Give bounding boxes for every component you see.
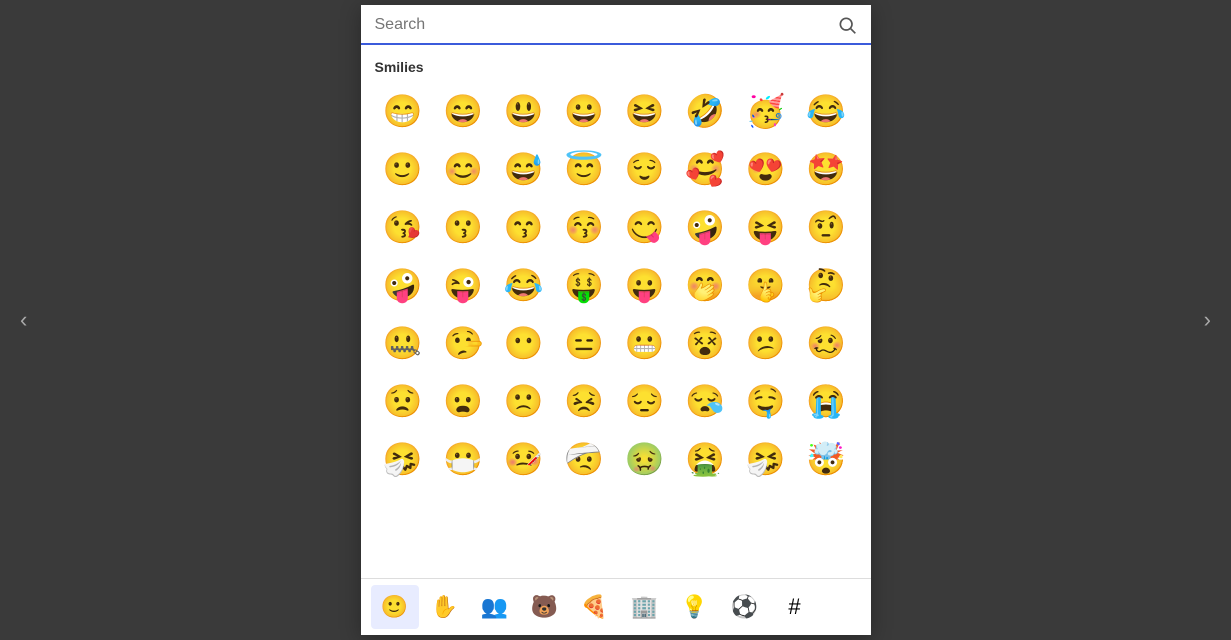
objects-cat-button[interactable]: 💡 bbox=[671, 585, 719, 629]
emoji-cell[interactable]: 😋 bbox=[617, 199, 673, 255]
emoji-cell[interactable]: 😜 bbox=[435, 257, 491, 313]
search-icon bbox=[837, 15, 857, 35]
emoji-cell[interactable]: 😇 bbox=[556, 141, 612, 197]
emoji-cell[interactable]: 😵 bbox=[677, 315, 733, 371]
emoji-cell[interactable]: 😭 bbox=[798, 373, 854, 429]
emoji-cell[interactable]: 🤪 bbox=[375, 257, 431, 313]
emoji-cell[interactable]: 🤕 bbox=[556, 431, 612, 487]
category-label: Smilies bbox=[375, 59, 857, 75]
emoji-cell[interactable]: 😆 bbox=[617, 83, 673, 139]
emoji-cell[interactable]: 😗 bbox=[435, 199, 491, 255]
emoji-cell[interactable]: 🤨 bbox=[798, 199, 854, 255]
emoji-cell[interactable]: 😛 bbox=[617, 257, 673, 313]
emoji-cell[interactable]: 🤭 bbox=[677, 257, 733, 313]
emoji-cell[interactable]: 🤔 bbox=[798, 257, 854, 313]
emoji-cell[interactable]: 😅 bbox=[496, 141, 552, 197]
emoji-cell[interactable]: 😌 bbox=[617, 141, 673, 197]
left-arrow-icon: ‹ bbox=[20, 307, 27, 332]
emoji-cell[interactable]: 😍 bbox=[738, 141, 794, 197]
emoji-cell[interactable]: 🤒 bbox=[496, 431, 552, 487]
emoji-cell[interactable]: 🤧 bbox=[375, 431, 431, 487]
emoji-cell[interactable]: 🙁 bbox=[496, 373, 552, 429]
emoji-cell[interactable]: 😪 bbox=[677, 373, 733, 429]
emoji-cell[interactable]: 😣 bbox=[556, 373, 612, 429]
emoji-cell[interactable]: 😷 bbox=[435, 431, 491, 487]
persons-cat-button[interactable]: 👥 bbox=[471, 585, 519, 629]
travel-cat-button[interactable]: 🏢 bbox=[621, 585, 669, 629]
search-input[interactable] bbox=[375, 16, 829, 34]
emoji-cell[interactable]: 😕 bbox=[738, 315, 794, 371]
next-arrow-button[interactable]: › bbox=[1196, 299, 1219, 341]
search-button[interactable] bbox=[837, 15, 857, 35]
right-arrow-icon: › bbox=[1204, 307, 1211, 332]
emoji-cell[interactable]: 😄 bbox=[435, 83, 491, 139]
emoji-cell[interactable]: 🤣 bbox=[677, 83, 733, 139]
emoji-cell[interactable]: 🥴 bbox=[798, 315, 854, 371]
emoji-cell[interactable]: 😝 bbox=[738, 199, 794, 255]
emoji-cell[interactable]: 😬 bbox=[617, 315, 673, 371]
emoji-cell[interactable]: 😚 bbox=[556, 199, 612, 255]
emoji-cell[interactable]: 🤐 bbox=[375, 315, 431, 371]
search-bar bbox=[361, 5, 871, 45]
emoji-cell[interactable]: 🥰 bbox=[677, 141, 733, 197]
emoji-cell[interactable]: 😙 bbox=[496, 199, 552, 255]
emoji-cell[interactable]: 😟 bbox=[375, 373, 431, 429]
emoji-cell[interactable]: 🤩 bbox=[798, 141, 854, 197]
emoji-cell[interactable]: 🤧 bbox=[738, 431, 794, 487]
smilies-cat-button[interactable]: 🙂 bbox=[371, 585, 419, 629]
emoji-cell[interactable]: 😦 bbox=[435, 373, 491, 429]
emoji-cell[interactable]: 😑 bbox=[556, 315, 612, 371]
emoji-cell[interactable]: 😘 bbox=[375, 199, 431, 255]
emoji-cell[interactable]: 🤑 bbox=[556, 257, 612, 313]
symbols-cat-button[interactable]: ⚽ bbox=[721, 585, 769, 629]
emoji-cell[interactable]: 🤢 bbox=[617, 431, 673, 487]
emoji-cell[interactable]: 😂 bbox=[798, 83, 854, 139]
emoji-cell[interactable]: 🥳 bbox=[738, 83, 794, 139]
emoji-content: Smilies 😁😄😃😀😆🤣🥳😂🙂😊😅😇😌🥰😍🤩😘😗😙😚😋🤪😝🤨🤪😜😂🤑😛🤭🤫🤔… bbox=[361, 45, 871, 578]
emoji-grid: 😁😄😃😀😆🤣🥳😂🙂😊😅😇😌🥰😍🤩😘😗😙😚😋🤪😝🤨🤪😜😂🤑😛🤭🤫🤔🤐🤥😶😑😬😵😕🥴… bbox=[375, 83, 857, 487]
food-cat-button[interactable]: 🍕 bbox=[571, 585, 619, 629]
emoji-cell[interactable]: 😃 bbox=[496, 83, 552, 139]
emoji-cell[interactable]: 🤫 bbox=[738, 257, 794, 313]
emoji-cell[interactable]: 😂 bbox=[496, 257, 552, 313]
emoji-cell[interactable]: 😁 bbox=[375, 83, 431, 139]
emoji-cell[interactable]: 😔 bbox=[617, 373, 673, 429]
emoji-cell[interactable]: 🤪 bbox=[677, 199, 733, 255]
flags-cat-button[interactable]: # bbox=[771, 585, 819, 629]
prev-arrow-button[interactable]: ‹ bbox=[12, 299, 35, 341]
emoji-cell[interactable]: 🤮 bbox=[677, 431, 733, 487]
people-cat-button[interactable]: ✋ bbox=[421, 585, 469, 629]
emoji-cell[interactable]: 🤥 bbox=[435, 315, 491, 371]
emoji-cell[interactable]: 😊 bbox=[435, 141, 491, 197]
emoji-cell[interactable]: 🙂 bbox=[375, 141, 431, 197]
animals-cat-button[interactable]: 🐻 bbox=[521, 585, 569, 629]
emoji-cell[interactable]: 😀 bbox=[556, 83, 612, 139]
emoji-picker: Smilies 😁😄😃😀😆🤣🥳😂🙂😊😅😇😌🥰😍🤩😘😗😙😚😋🤪😝🤨🤪😜😂🤑😛🤭🤫🤔… bbox=[361, 5, 871, 635]
category-bar: 🙂✋👥🐻🍕🏢💡⚽# bbox=[361, 578, 871, 635]
emoji-cell[interactable]: 😶 bbox=[496, 315, 552, 371]
emoji-cell[interactable]: 🤤 bbox=[738, 373, 794, 429]
emoji-cell[interactable]: 🤯 bbox=[798, 431, 854, 487]
